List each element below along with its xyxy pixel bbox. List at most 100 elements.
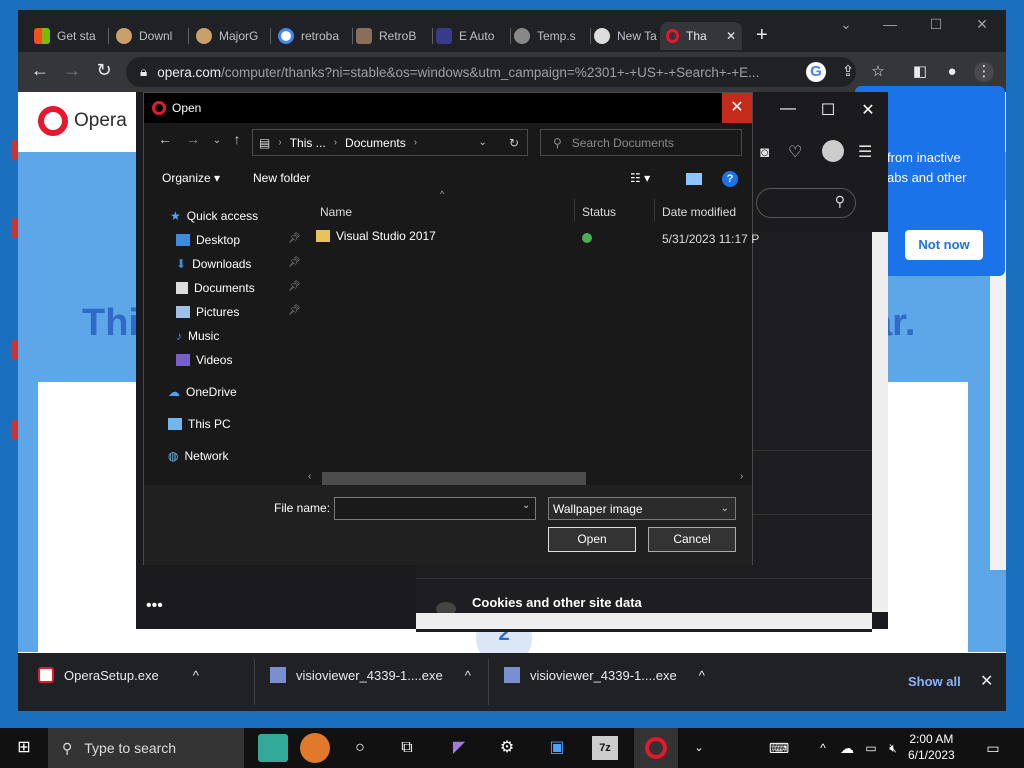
minimize-button[interactable]: — (870, 16, 910, 32)
share-icon[interactable]: ⇪ (838, 62, 858, 82)
chevron-up-icon[interactable]: ^ (699, 668, 705, 683)
column-header-date[interactable]: Date modified (662, 205, 736, 219)
scroll-left-icon[interactable]: ‹ (308, 471, 311, 482)
cookies-setting[interactable]: Cookies and other site data (472, 595, 642, 610)
menu-kebab-icon[interactable]: ⋮ (974, 62, 994, 82)
opera-taskbar-active[interactable] (634, 728, 678, 768)
bookmark-star-icon[interactable]: ☆ (868, 62, 888, 82)
heart-icon[interactable]: ♡ (788, 142, 802, 162)
panel-hscrollbar[interactable] (416, 613, 872, 629)
help-icon[interactable]: ? (722, 171, 738, 187)
show-all-button[interactable]: Show all (908, 674, 961, 689)
preview-pane-icon[interactable] (686, 173, 702, 185)
keyboard-icon[interactable]: ⌨ (766, 736, 792, 760)
tab[interactable]: RetroB (350, 22, 430, 50)
new-folder-button[interactable]: New folder (253, 171, 310, 185)
minimize-button[interactable]: — (768, 100, 808, 118)
show-hidden-icons[interactable]: ^ (810, 736, 836, 760)
tab[interactable]: New Ta (588, 22, 668, 50)
close-icon[interactable]: ✕ (980, 671, 993, 691)
list-item[interactable]: Visual Studio 2017 (316, 229, 436, 243)
clock[interactable]: 2:00 AM 6/1/2023 (908, 731, 955, 763)
nav-music[interactable]: ♪ Music (176, 325, 219, 347)
camera-icon[interactable]: ◙ (760, 144, 769, 161)
nav-downloads[interactable]: ⬇ Downloads (176, 253, 251, 275)
basketball-icon[interactable] (300, 733, 330, 763)
scrollbar-thumb[interactable] (322, 472, 586, 485)
nav-this-pc[interactable]: This PC (168, 413, 231, 435)
cancel-button[interactable]: Cancel (648, 527, 736, 552)
address-bar[interactable]: 🔒︎ opera.com/computer/thanks?ni=stable&o… (126, 57, 856, 87)
cortana-icon[interactable]: ○ (347, 736, 373, 760)
panel-scrollbar[interactable] (872, 232, 888, 612)
back-button[interactable]: ← (152, 131, 178, 147)
settings-icon[interactable]: ⚙ (494, 736, 520, 760)
column-header-status[interactable]: Status (582, 205, 616, 219)
app-icon[interactable]: ▣ (544, 736, 570, 760)
nav-videos[interactable]: Videos (176, 349, 232, 371)
windows-start-icon[interactable]: ⊞ (11, 736, 37, 760)
download-item[interactable]: visioviewer_4339-1....exe ^ (504, 667, 705, 683)
chevron-down-icon[interactable]: ⌄ (826, 16, 866, 33)
visual-studio-icon[interactable]: ◤ (446, 736, 472, 760)
file-name-input[interactable] (334, 497, 536, 520)
close-tab-icon[interactable]: ✕ (726, 29, 736, 43)
nav-pictures[interactable]: Pictures (176, 301, 239, 323)
chevron-down-icon[interactable]: ⌄ (522, 500, 530, 511)
maximize-button[interactable]: ☐ (808, 100, 848, 120)
back-button[interactable]: ← (28, 60, 52, 81)
side-panel-icon[interactable]: ◧ (910, 62, 930, 82)
column-header-name[interactable]: Name (320, 205, 352, 219)
nav-desktop[interactable]: Desktop (176, 229, 240, 251)
chevron-down-icon[interactable]: ⌄ (479, 137, 487, 148)
volume-muted-icon[interactable]: 🔇︎ (880, 736, 906, 760)
chevron-up-icon[interactable]: ^ (465, 668, 471, 683)
close-button[interactable]: ✕ (848, 100, 888, 120)
reload-button[interactable]: ↻ (92, 60, 116, 81)
nav-quick-access[interactable]: ★ Quick access (170, 205, 258, 227)
forward-button[interactable]: → (60, 60, 84, 81)
chevron-icon[interactable]: ⌄ (686, 736, 712, 760)
profile-icon[interactable] (822, 140, 844, 162)
breadcrumb[interactable]: ▤ › This ... › Documents › ⌄ ↻ (252, 129, 528, 156)
taskbar-search[interactable]: ⚲ Type to search (48, 728, 244, 768)
tab[interactable]: MajorG (190, 22, 268, 50)
nav-network[interactable]: ◍ Network (168, 445, 229, 467)
tab[interactable]: Temp.s (508, 22, 588, 50)
opera-logo[interactable]: Opera (38, 106, 127, 136)
new-tab-button[interactable]: + (756, 24, 768, 47)
google-lens-icon[interactable]: G (806, 62, 826, 82)
tab-active[interactable]: Tha ✕ (660, 22, 742, 50)
profile-icon[interactable]: ● (942, 62, 962, 82)
tab[interactable]: E Auto (430, 22, 508, 50)
nav-onedrive[interactable]: ☁ OneDrive (168, 381, 237, 403)
refresh-icon[interactable]: ↻ (509, 136, 519, 150)
maximize-button[interactable]: ☐ (916, 16, 956, 33)
organize-button[interactable]: Organize ▾ (162, 171, 220, 185)
widgets-icon[interactable] (258, 734, 288, 762)
more-icon[interactable]: ••• (146, 597, 163, 615)
7zip-icon[interactable]: 7z (592, 736, 618, 760)
tab[interactable]: retroba (272, 22, 350, 50)
chevron-up-icon[interactable]: ^ (193, 668, 199, 683)
forward-button[interactable]: → (180, 131, 206, 147)
dialog-close-button[interactable]: ✕ (722, 93, 752, 123)
scroll-right-icon[interactable]: › (740, 471, 743, 482)
search-input[interactable]: ⚲ Search Documents (540, 129, 742, 156)
file-type-select[interactable]: Wallpaper image ⌄ (548, 497, 736, 520)
search-field[interactable]: ⚲ (756, 188, 856, 218)
nav-documents[interactable]: Documents (176, 277, 255, 299)
close-button[interactable]: ✕ (962, 16, 1002, 33)
settings-sliders-icon[interactable]: ☰ (858, 142, 872, 162)
tab[interactable]: Get sta (28, 22, 106, 50)
up-button[interactable]: ↑ (224, 131, 250, 147)
not-now-button[interactable]: Not now (905, 230, 983, 260)
task-view-icon[interactable]: ⧉ (394, 736, 420, 760)
cloud-icon[interactable]: ☁ (834, 736, 860, 760)
download-item[interactable]: visioviewer_4339-1....exe ^ (270, 667, 471, 683)
open-button[interactable]: Open (548, 527, 636, 552)
notification-icon[interactable]: ▭ (980, 736, 1006, 760)
view-options-icon[interactable]: ☷ ▾ (630, 171, 650, 185)
download-item[interactable]: OperaSetup.exe ^ (38, 667, 199, 683)
tab[interactable]: Downl (110, 22, 186, 50)
